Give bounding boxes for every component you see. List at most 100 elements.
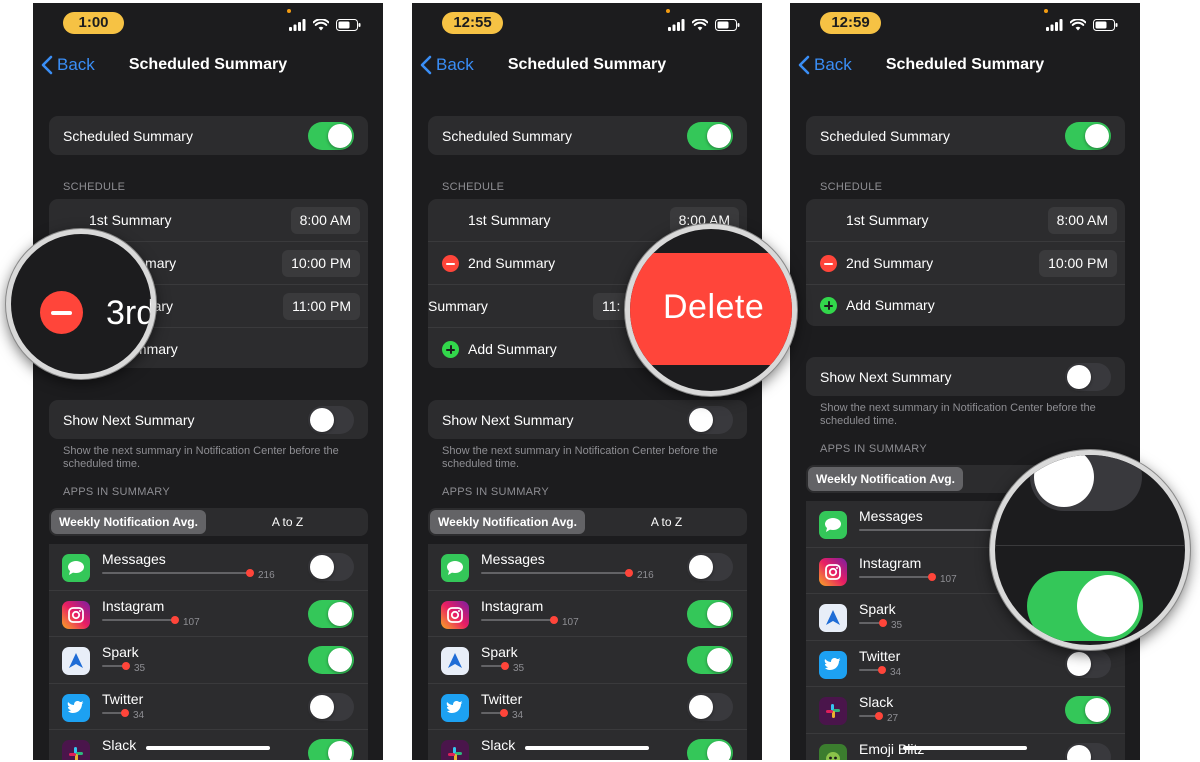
battery-icon <box>1093 19 1118 31</box>
app-toggle-messages[interactable] <box>687 553 733 581</box>
show-next-summary-label: Show Next Summary <box>442 412 574 428</box>
app-toggle-slack[interactable] <box>1065 696 1111 724</box>
sort-segmented-control: Weekly Notification Avg. A to Z <box>428 508 747 536</box>
app-toggle-slack[interactable] <box>308 739 354 760</box>
notification-count: 107 <box>562 616 579 628</box>
app-name: Twitter <box>481 690 523 707</box>
home-indicator <box>903 746 1027 750</box>
app-toggle-slack[interactable] <box>687 739 733 760</box>
plus-circle-icon[interactable] <box>442 341 459 358</box>
app-name: Spark <box>859 601 896 617</box>
app-name: Messages <box>859 508 923 524</box>
apps-header: APPS IN SUMMARY <box>820 443 927 455</box>
summary-row-1[interactable]: 1st Summary 8:00 AM <box>806 199 1125 242</box>
app-name: Instagram <box>102 597 165 614</box>
app-toggle-twitter[interactable] <box>1065 649 1111 678</box>
slack-icon <box>62 740 90 760</box>
status-time: 12:59 <box>820 12 881 34</box>
summary-time-button[interactable]: 8:00 AM <box>1047 207 1117 234</box>
summary-time-button[interactable]: 10:00 PM <box>282 250 360 277</box>
show-next-summary-label: Show Next Summary <box>820 369 952 385</box>
summary-row-2[interactable]: 2nd Summary 10:00 PM <box>806 242 1125 285</box>
summary-time-button[interactable]: 10:00 PM <box>1039 250 1117 277</box>
sort-segmented-control: Weekly Notification Avg. A to Z <box>49 508 368 536</box>
app-row-messages: Messages 216 <box>428 544 747 591</box>
scheduled-summary-group: Scheduled Summary <box>806 116 1125 155</box>
notification-bar-dot <box>121 708 129 717</box>
privacy-dot <box>1044 9 1048 13</box>
notification-count: 34 <box>133 709 145 721</box>
twitter-icon <box>62 693 90 722</box>
show-next-summary-toggle[interactable] <box>687 406 733 434</box>
summary-time-button[interactable]: 8:00 AM <box>290 207 360 234</box>
notification-bar-dot <box>879 619 887 627</box>
magnifier-toggles <box>990 450 1190 650</box>
app-toggle-instagram[interactable] <box>687 599 733 628</box>
magnifier-delete: Delete <box>625 224 797 396</box>
apps-header: APPS IN SUMMARY <box>442 486 549 498</box>
app-name: Twitter <box>859 647 901 664</box>
magnified-toggle-off[interactable] <box>1030 455 1142 511</box>
sort-weekly-segment[interactable]: Weekly Notification Avg. <box>430 510 585 534</box>
notification-bar-dot <box>928 572 936 581</box>
sort-az-segment[interactable]: A to Z <box>588 510 745 534</box>
app-name: Messages <box>481 551 545 567</box>
sort-weekly-segment[interactable]: Weekly Notification Avg. <box>808 467 963 491</box>
page-title: Scheduled Summary <box>885 56 1045 73</box>
notification-bar <box>481 569 633 577</box>
notification-count: 216 <box>637 570 654 581</box>
sort-az-segment[interactable]: A to Z <box>209 510 366 534</box>
home-indicator <box>146 746 270 750</box>
home-indicator <box>525 746 649 750</box>
plus-circle-icon[interactable] <box>820 297 837 314</box>
show-next-summary-label: Show Next Summary <box>63 412 195 428</box>
summary-time-button[interactable]: 11:00 PM <box>283 293 360 320</box>
summary-time-button[interactable]: 11: <box>593 293 630 320</box>
minus-circle-icon[interactable] <box>442 255 459 272</box>
notification-bar-dot <box>875 712 883 720</box>
show-next-summary-row: Show Next Summary <box>49 400 368 439</box>
app-toggle-messages[interactable] <box>308 553 354 581</box>
notification-bar <box>481 662 509 670</box>
notification-bar-dot <box>246 569 254 577</box>
scheduled-summary-toggle[interactable] <box>308 122 354 150</box>
app-name: Slack <box>859 694 894 710</box>
app-name: Spark <box>481 644 518 660</box>
app-name: Messages <box>102 551 166 567</box>
sort-weekly-segment[interactable]: Weekly Notification Avg. <box>51 510 206 534</box>
scheduled-summary-toggle[interactable] <box>687 122 733 150</box>
scheduled-summary-toggle[interactable] <box>1065 122 1111 150</box>
notification-count: 35 <box>891 620 903 631</box>
battery-icon <box>715 19 740 31</box>
add-summary-row[interactable]: Add Summary <box>806 285 1125 326</box>
notification-count: 35 <box>513 663 525 674</box>
app-toggle-spark[interactable] <box>308 646 354 674</box>
app-name: Twitter <box>102 690 144 707</box>
app-toggle-twitter[interactable] <box>308 692 354 721</box>
app-toggle-emoji-blitz[interactable] <box>1065 742 1111 760</box>
delete-button[interactable]: Delete <box>630 253 792 365</box>
app-toggle-twitter[interactable] <box>687 692 733 721</box>
scheduled-summary-label: Scheduled Summary <box>820 128 950 144</box>
app-toggle-instagram[interactable] <box>308 599 354 628</box>
app-toggle-spark[interactable] <box>687 646 733 674</box>
minus-circle-icon[interactable] <box>40 291 83 334</box>
notification-bar-dot <box>500 708 508 717</box>
notification-bar <box>102 615 179 624</box>
instagram-icon <box>441 600 469 629</box>
show-next-summary-toggle[interactable] <box>1065 363 1111 391</box>
notification-bar <box>102 662 130 670</box>
status-icons <box>1046 18 1118 32</box>
apps-header: APPS IN SUMMARY <box>63 486 170 498</box>
app-name: Slack <box>102 737 137 753</box>
scheduled-summary-group: Scheduled Summary <box>428 116 747 155</box>
signal-icon <box>289 19 306 31</box>
instagram-icon <box>819 557 847 586</box>
spark-icon <box>819 604 847 632</box>
magnified-toggle-on[interactable] <box>1027 571 1143 641</box>
show-next-summary-toggle[interactable] <box>308 406 354 434</box>
delete-label: Delete <box>663 288 765 326</box>
app-row-spark: Spark 35 <box>428 637 747 684</box>
minus-circle-icon[interactable] <box>820 255 837 272</box>
app-row-instagram: Instagram 107 <box>49 591 368 637</box>
